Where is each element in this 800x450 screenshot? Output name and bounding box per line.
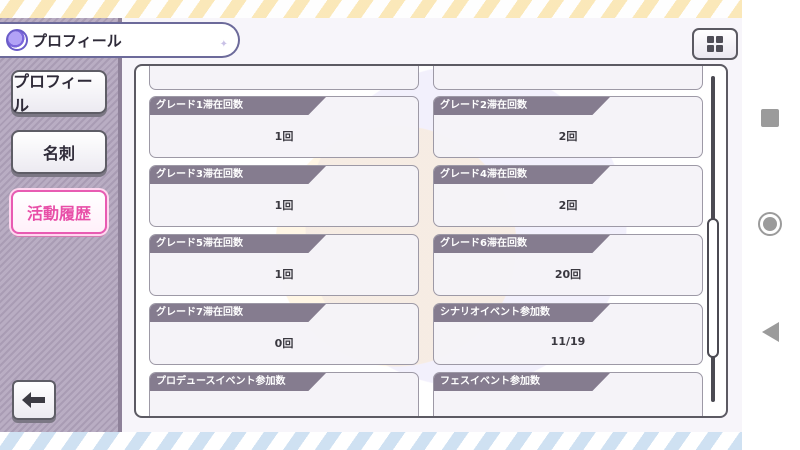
stat-label: グレード4滞在回数 bbox=[434, 166, 610, 184]
arrow-left-icon bbox=[22, 392, 45, 408]
stat-value: 20回 bbox=[554, 268, 582, 281]
stat-value: 2回 bbox=[558, 199, 578, 212]
stat-value: 0回 bbox=[274, 337, 294, 350]
stat-label: プロデュースイベント参加数 bbox=[150, 373, 326, 391]
stat-card: グレード3滞在回数 1回 bbox=[149, 165, 419, 227]
scrollbar-thumb[interactable] bbox=[707, 218, 719, 358]
home-circle-icon[interactable] bbox=[758, 212, 782, 236]
grid-icon bbox=[707, 36, 723, 52]
sidebar-item-profile[interactable]: プロフィール bbox=[11, 70, 107, 115]
stat-card-partial bbox=[433, 66, 703, 90]
back-triangle-icon[interactable] bbox=[762, 322, 779, 342]
stat-card: グレード4滞在回数 2回 bbox=[433, 165, 703, 227]
stat-card: グレード2滞在回数 2回 bbox=[433, 96, 703, 158]
stats-grid: グレード1滞在回数 1回 グレード2滞在回数 2回 グレード3滞在回数 1回 グ… bbox=[149, 66, 704, 416]
stat-label: グレード3滞在回数 bbox=[150, 166, 326, 184]
stat-card: グレード1滞在回数 1回 bbox=[149, 96, 419, 158]
stat-value: 1回 bbox=[274, 268, 294, 281]
profile-logo-icon bbox=[6, 29, 28, 51]
stat-card: グレード7滞在回数 0回 bbox=[149, 303, 419, 365]
stat-label: グレード2滞在回数 bbox=[434, 97, 610, 115]
scrollbar[interactable] bbox=[707, 76, 719, 402]
top-decorative-stripe bbox=[0, 0, 742, 18]
stat-value: 1回 bbox=[274, 130, 294, 143]
app-window: プロフィール ✦ プロフィール 名刺 活動履歴 グレード1滞在回数 1回 グレー… bbox=[0, 0, 742, 450]
stat-value: 1回 bbox=[274, 199, 294, 212]
stat-card: フェスイベント参加数 bbox=[433, 372, 703, 416]
stat-card-partial bbox=[149, 66, 419, 90]
stat-value: 11/19 bbox=[550, 335, 586, 348]
sidebar-item-business-card[interactable]: 名刺 bbox=[11, 130, 107, 174]
stat-label: グレード5滞在回数 bbox=[150, 235, 326, 253]
stat-label: グレード1滞在回数 bbox=[150, 97, 326, 115]
stat-label: シナリオイベント参加数 bbox=[434, 304, 610, 322]
stat-label: グレード7滞在回数 bbox=[150, 304, 326, 322]
sidebar-item-activity-history[interactable]: 活動履歴 bbox=[11, 190, 107, 234]
stat-value: 2回 bbox=[558, 130, 578, 143]
sparkle-icon: ✦ bbox=[219, 39, 228, 50]
activity-history-panel[interactable]: グレード1滞在回数 1回 グレード2滞在回数 2回 グレード3滞在回数 1回 グ… bbox=[134, 64, 728, 418]
stat-label: フェスイベント参加数 bbox=[434, 373, 610, 391]
stat-card: グレード5滞在回数 1回 bbox=[149, 234, 419, 296]
stat-card: グレード6滞在回数 20回 bbox=[433, 234, 703, 296]
stat-card: プロデュースイベント参加数 bbox=[149, 372, 419, 416]
bottom-decorative-stripe bbox=[0, 432, 742, 450]
menu-button[interactable] bbox=[692, 28, 738, 60]
page-title-tab: プロフィール ✦ bbox=[0, 22, 240, 58]
page-title: プロフィール bbox=[32, 31, 122, 50]
back-button[interactable] bbox=[12, 380, 56, 420]
stat-card: シナリオイベント参加数 11/19 bbox=[433, 303, 703, 365]
stat-label: グレード6滞在回数 bbox=[434, 235, 610, 253]
recents-square-icon[interactable] bbox=[761, 109, 779, 127]
